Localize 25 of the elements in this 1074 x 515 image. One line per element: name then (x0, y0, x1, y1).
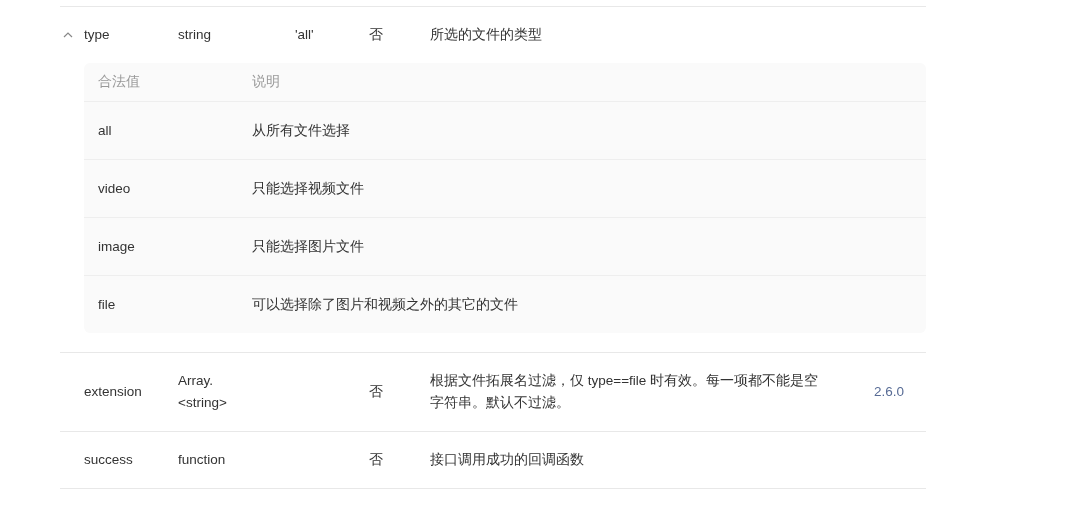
param-name: extension (84, 384, 142, 399)
value-name: all (98, 121, 113, 140)
value-description: 从所有文件选择 (252, 121, 351, 140)
value-name: file (98, 295, 117, 314)
value-description: 只能选择图片文件 (252, 237, 365, 256)
param-name: type (84, 27, 110, 42)
param-type: function (178, 452, 226, 467)
value-description: 只能选择视频文件 (252, 179, 365, 198)
param-default: 'all' (295, 27, 314, 42)
column-header: 说明 (252, 73, 281, 91)
value-name: image (98, 237, 136, 256)
param-version: 2.6.0 (874, 383, 906, 401)
param-required: 否 (369, 384, 383, 399)
param-description: 根据文件拓展名过滤，仅 type==file 时有效。每一项都不能是空字符串。默认不过滤。 (430, 373, 819, 410)
column-header: 合法值 (98, 73, 141, 91)
param-type: Array.<string> (178, 373, 227, 410)
value-description: 可以选择除了图片和视频之外的其它的文件 (252, 295, 519, 314)
param-name: success (84, 452, 133, 467)
param-required: 否 (369, 27, 383, 42)
param-description: 接口调用成功的回调函数 (430, 452, 584, 467)
param-required: 否 (369, 452, 383, 467)
chevron-up-icon (63, 32, 73, 38)
param-type: string (178, 27, 211, 42)
param-description: 所选的文件的类型 (430, 27, 542, 42)
value-name: video (98, 179, 132, 198)
